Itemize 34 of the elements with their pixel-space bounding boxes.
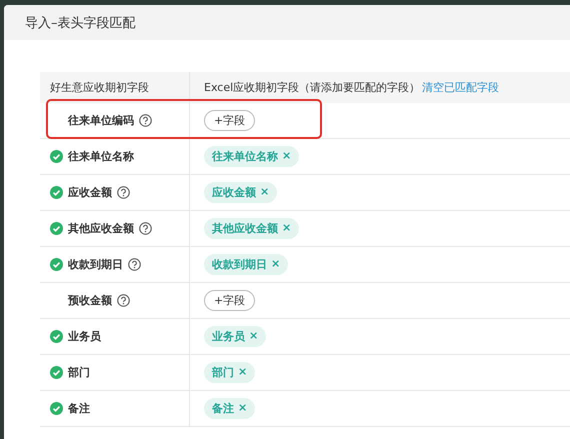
add-field-button[interactable]: +字段 xyxy=(204,110,256,131)
field-label: 备注 xyxy=(68,401,90,416)
field-label: 预收金额 xyxy=(68,293,112,308)
remove-icon[interactable]: × xyxy=(238,401,248,416)
remove-icon[interactable]: × xyxy=(260,185,270,200)
remove-icon[interactable]: × xyxy=(249,329,258,344)
remove-icon[interactable]: × xyxy=(282,149,292,164)
remove-icon[interactable]: × xyxy=(238,365,248,380)
tag-label: 部门 xyxy=(212,365,234,380)
help-icon[interactable] xyxy=(139,222,152,235)
field-label: 应收金额 xyxy=(68,185,112,200)
help-icon[interactable] xyxy=(139,114,152,127)
clear-matched-link[interactable]: 清空已匹配字段 xyxy=(422,80,500,95)
field-label: 其他应收金额 xyxy=(68,221,134,236)
add-field-button[interactable]: +字段 xyxy=(204,290,256,311)
tag-label: 备注 xyxy=(212,401,234,416)
tag-label: 收款到期日 xyxy=(212,257,267,272)
remove-icon[interactable]: × xyxy=(282,221,292,236)
tag-label: 应收金额 xyxy=(212,185,256,200)
help-icon[interactable] xyxy=(117,294,130,307)
column-header: 好生意应收期初字段 xyxy=(50,80,149,95)
tag-label: 其他应收金额 xyxy=(212,221,278,236)
dialog-title: 导入–表头字段匹配 xyxy=(25,14,136,32)
column-header: Excel应收期初字段（请添加要匹配的字段） xyxy=(204,80,420,95)
tag-label: 业务员 xyxy=(212,329,245,344)
tag-label: 往来单位名称 xyxy=(212,149,278,164)
remove-icon[interactable]: × xyxy=(271,257,280,272)
field-label: 部门 xyxy=(68,365,90,380)
help-icon[interactable] xyxy=(117,186,130,199)
field-label: 往来单位名称 xyxy=(68,149,134,164)
field-label: 业务员 xyxy=(68,329,101,344)
help-icon[interactable] xyxy=(128,258,141,271)
field-label: 往来单位编码 xyxy=(68,113,134,128)
field-label: 收款到期日 xyxy=(68,257,123,272)
